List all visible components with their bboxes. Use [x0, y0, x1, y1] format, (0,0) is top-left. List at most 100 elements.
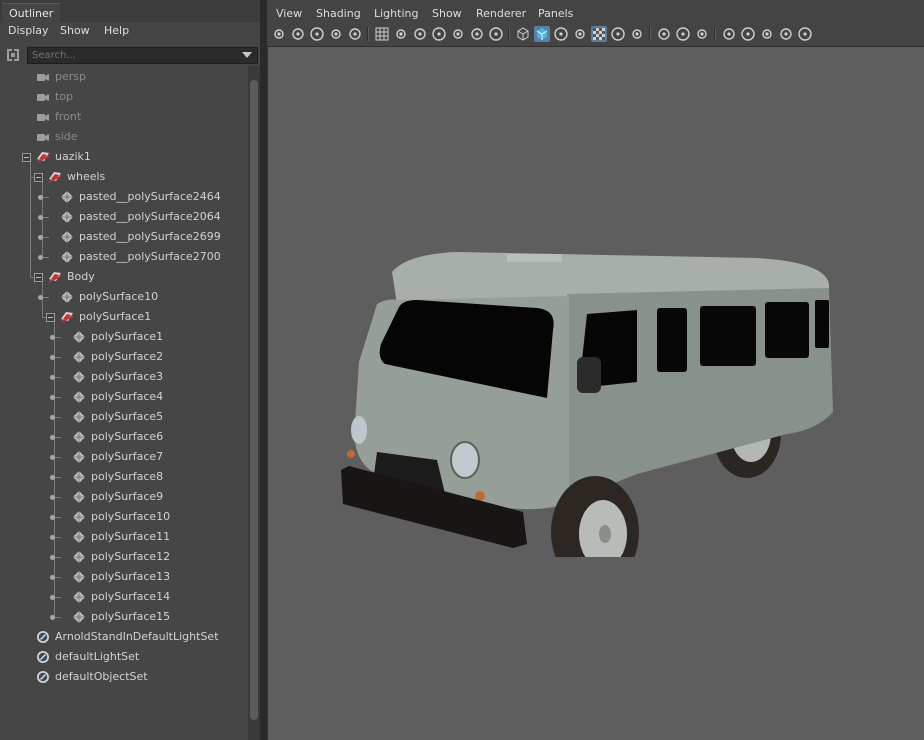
- outliner-row[interactable]: polySurface10: [0, 287, 248, 307]
- resolution-gate-icon[interactable]: [412, 26, 428, 42]
- menu-panels[interactable]: Panels: [538, 7, 573, 20]
- turn-signal-right: [475, 491, 485, 501]
- outliner-row[interactable]: persp: [0, 67, 248, 87]
- van-model[interactable]: [337, 212, 842, 557]
- menu-show[interactable]: Show: [60, 24, 90, 37]
- outliner-row[interactable]: polySurface3: [0, 367, 248, 387]
- group-transform-icon: [48, 172, 62, 183]
- wireframe-icon[interactable]: [515, 26, 531, 42]
- camera-attributes-icon[interactable]: [290, 26, 306, 42]
- collapse-toggle-icon[interactable]: [22, 153, 31, 162]
- use-lights-icon[interactable]: [610, 26, 626, 42]
- outliner-tree: persp top front side uazik1 wheels pasted__pol…: [0, 66, 248, 740]
- outliner-item-label: ArnoldStandInDefaultLightSet: [55, 630, 219, 643]
- outliner-item-label: polySurface12: [91, 550, 171, 563]
- outliner-row[interactable]: wheels: [0, 167, 248, 187]
- menu-renderer[interactable]: Renderer: [476, 7, 526, 20]
- menu-display[interactable]: Display: [8, 24, 49, 37]
- outliner-row[interactable]: polySurface12: [0, 547, 248, 567]
- filter-icon[interactable]: [5, 47, 21, 63]
- camera-tools-icon[interactable]: [328, 26, 344, 42]
- outliner-row[interactable]: polySurface2: [0, 347, 248, 367]
- shadows-icon[interactable]: [629, 26, 645, 42]
- mesh-icon: [73, 471, 85, 483]
- outliner-row[interactable]: polySurface7: [0, 447, 248, 467]
- viewport-canvas[interactable]: [267, 46, 924, 740]
- viewport-panel: View Shading Lighting Show Renderer Pane…: [267, 0, 924, 740]
- chevron-down-icon[interactable]: [242, 52, 252, 58]
- outliner-item-label: polySurface10: [79, 290, 159, 303]
- outliner-row[interactable]: front: [0, 107, 248, 127]
- outliner-row[interactable]: polySurface8: [0, 467, 248, 487]
- gate-mask-icon[interactable]: [431, 26, 447, 42]
- tree-guide-line: [55, 537, 61, 538]
- collapse-toggle-icon[interactable]: [34, 273, 43, 282]
- outliner-row[interactable]: pasted__polySurface2700: [0, 247, 248, 267]
- outliner-row[interactable]: polySurface6: [0, 427, 248, 447]
- outliner-item-label: polySurface8: [91, 470, 164, 483]
- outliner-row[interactable]: pasted__polySurface2699: [0, 227, 248, 247]
- menu-show[interactable]: Show: [432, 7, 462, 20]
- tree-guide-line: [55, 397, 61, 398]
- backface-icon[interactable]: [778, 26, 794, 42]
- isolate-select-icon[interactable]: [721, 26, 737, 42]
- outliner-row[interactable]: Body: [0, 267, 248, 287]
- outliner-item-label: polySurface1: [79, 310, 152, 323]
- grid-icon[interactable]: [374, 26, 390, 42]
- select-camera-icon[interactable]: [271, 26, 287, 42]
- tree-guide-line: [43, 237, 49, 238]
- safe-action-icon[interactable]: [469, 26, 485, 42]
- xray-joints-icon[interactable]: [759, 26, 775, 42]
- wireframe-on-shaded-icon[interactable]: [572, 26, 588, 42]
- outliner-row[interactable]: polySurface1: [0, 327, 248, 347]
- outliner-row[interactable]: ArnoldStandInDefaultLightSet: [0, 627, 248, 647]
- outliner-row[interactable]: polySurface4: [0, 387, 248, 407]
- outliner-row[interactable]: pasted__polySurface2064: [0, 207, 248, 227]
- two-panel-icon[interactable]: [797, 26, 813, 42]
- outliner-row[interactable]: defaultObjectSet: [0, 667, 248, 687]
- outliner-row[interactable]: polySurface5: [0, 407, 248, 427]
- object-set-icon: [37, 671, 49, 683]
- collapse-toggle-icon[interactable]: [46, 313, 55, 322]
- menu-view[interactable]: View: [276, 7, 302, 20]
- outliner-row[interactable]: pasted__polySurface2464: [0, 187, 248, 207]
- motion-blur-icon[interactable]: [675, 26, 691, 42]
- outliner-row[interactable]: defaultLightSet: [0, 647, 248, 667]
- collapse-toggle-icon[interactable]: [34, 173, 43, 182]
- tree-guide-line: [55, 417, 61, 418]
- menu-help[interactable]: Help: [104, 24, 129, 37]
- outliner-row[interactable]: polySurface1: [0, 307, 248, 327]
- default-material-icon[interactable]: [553, 26, 569, 42]
- outliner-scroll-thumb[interactable]: [250, 80, 258, 720]
- outliner-row[interactable]: polySurface11: [0, 527, 248, 547]
- outliner-item-label: pasted__polySurface2700: [79, 250, 221, 263]
- outliner-row[interactable]: polySurface10: [0, 507, 248, 527]
- tab-outliner[interactable]: Outliner: [2, 3, 61, 22]
- outliner-row[interactable]: uazik1: [0, 147, 248, 167]
- panel-splitter[interactable]: [260, 0, 267, 740]
- mesh-icon: [73, 551, 85, 563]
- screen-space-ao-icon[interactable]: [656, 26, 672, 42]
- outliner-row[interactable]: top: [0, 87, 248, 107]
- search-input[interactable]: [27, 47, 258, 64]
- outliner-item-label: front: [55, 110, 82, 123]
- outliner-item-label: wheels: [67, 170, 106, 183]
- toolbar-separator: [508, 27, 510, 41]
- xray-icon[interactable]: [740, 26, 756, 42]
- textured-icon[interactable]: [591, 26, 607, 42]
- menu-lighting[interactable]: Lighting: [374, 7, 418, 20]
- field-chart-icon[interactable]: [450, 26, 466, 42]
- menu-shading[interactable]: Shading: [316, 7, 361, 20]
- anti-aliasing-icon[interactable]: [694, 26, 710, 42]
- safe-title-icon[interactable]: [488, 26, 504, 42]
- outliner-row[interactable]: polySurface15: [0, 607, 248, 627]
- outliner-row[interactable]: polySurface9: [0, 487, 248, 507]
- image-plane-icon[interactable]: [347, 26, 363, 42]
- smooth-shade-icon[interactable]: [534, 26, 550, 42]
- bookmark-icon[interactable]: [309, 26, 325, 42]
- outliner-row[interactable]: side: [0, 127, 248, 147]
- outliner-row[interactable]: polySurface13: [0, 567, 248, 587]
- film-gate-icon[interactable]: [393, 26, 409, 42]
- outliner-row[interactable]: polySurface14: [0, 587, 248, 607]
- mesh-icon: [73, 491, 85, 503]
